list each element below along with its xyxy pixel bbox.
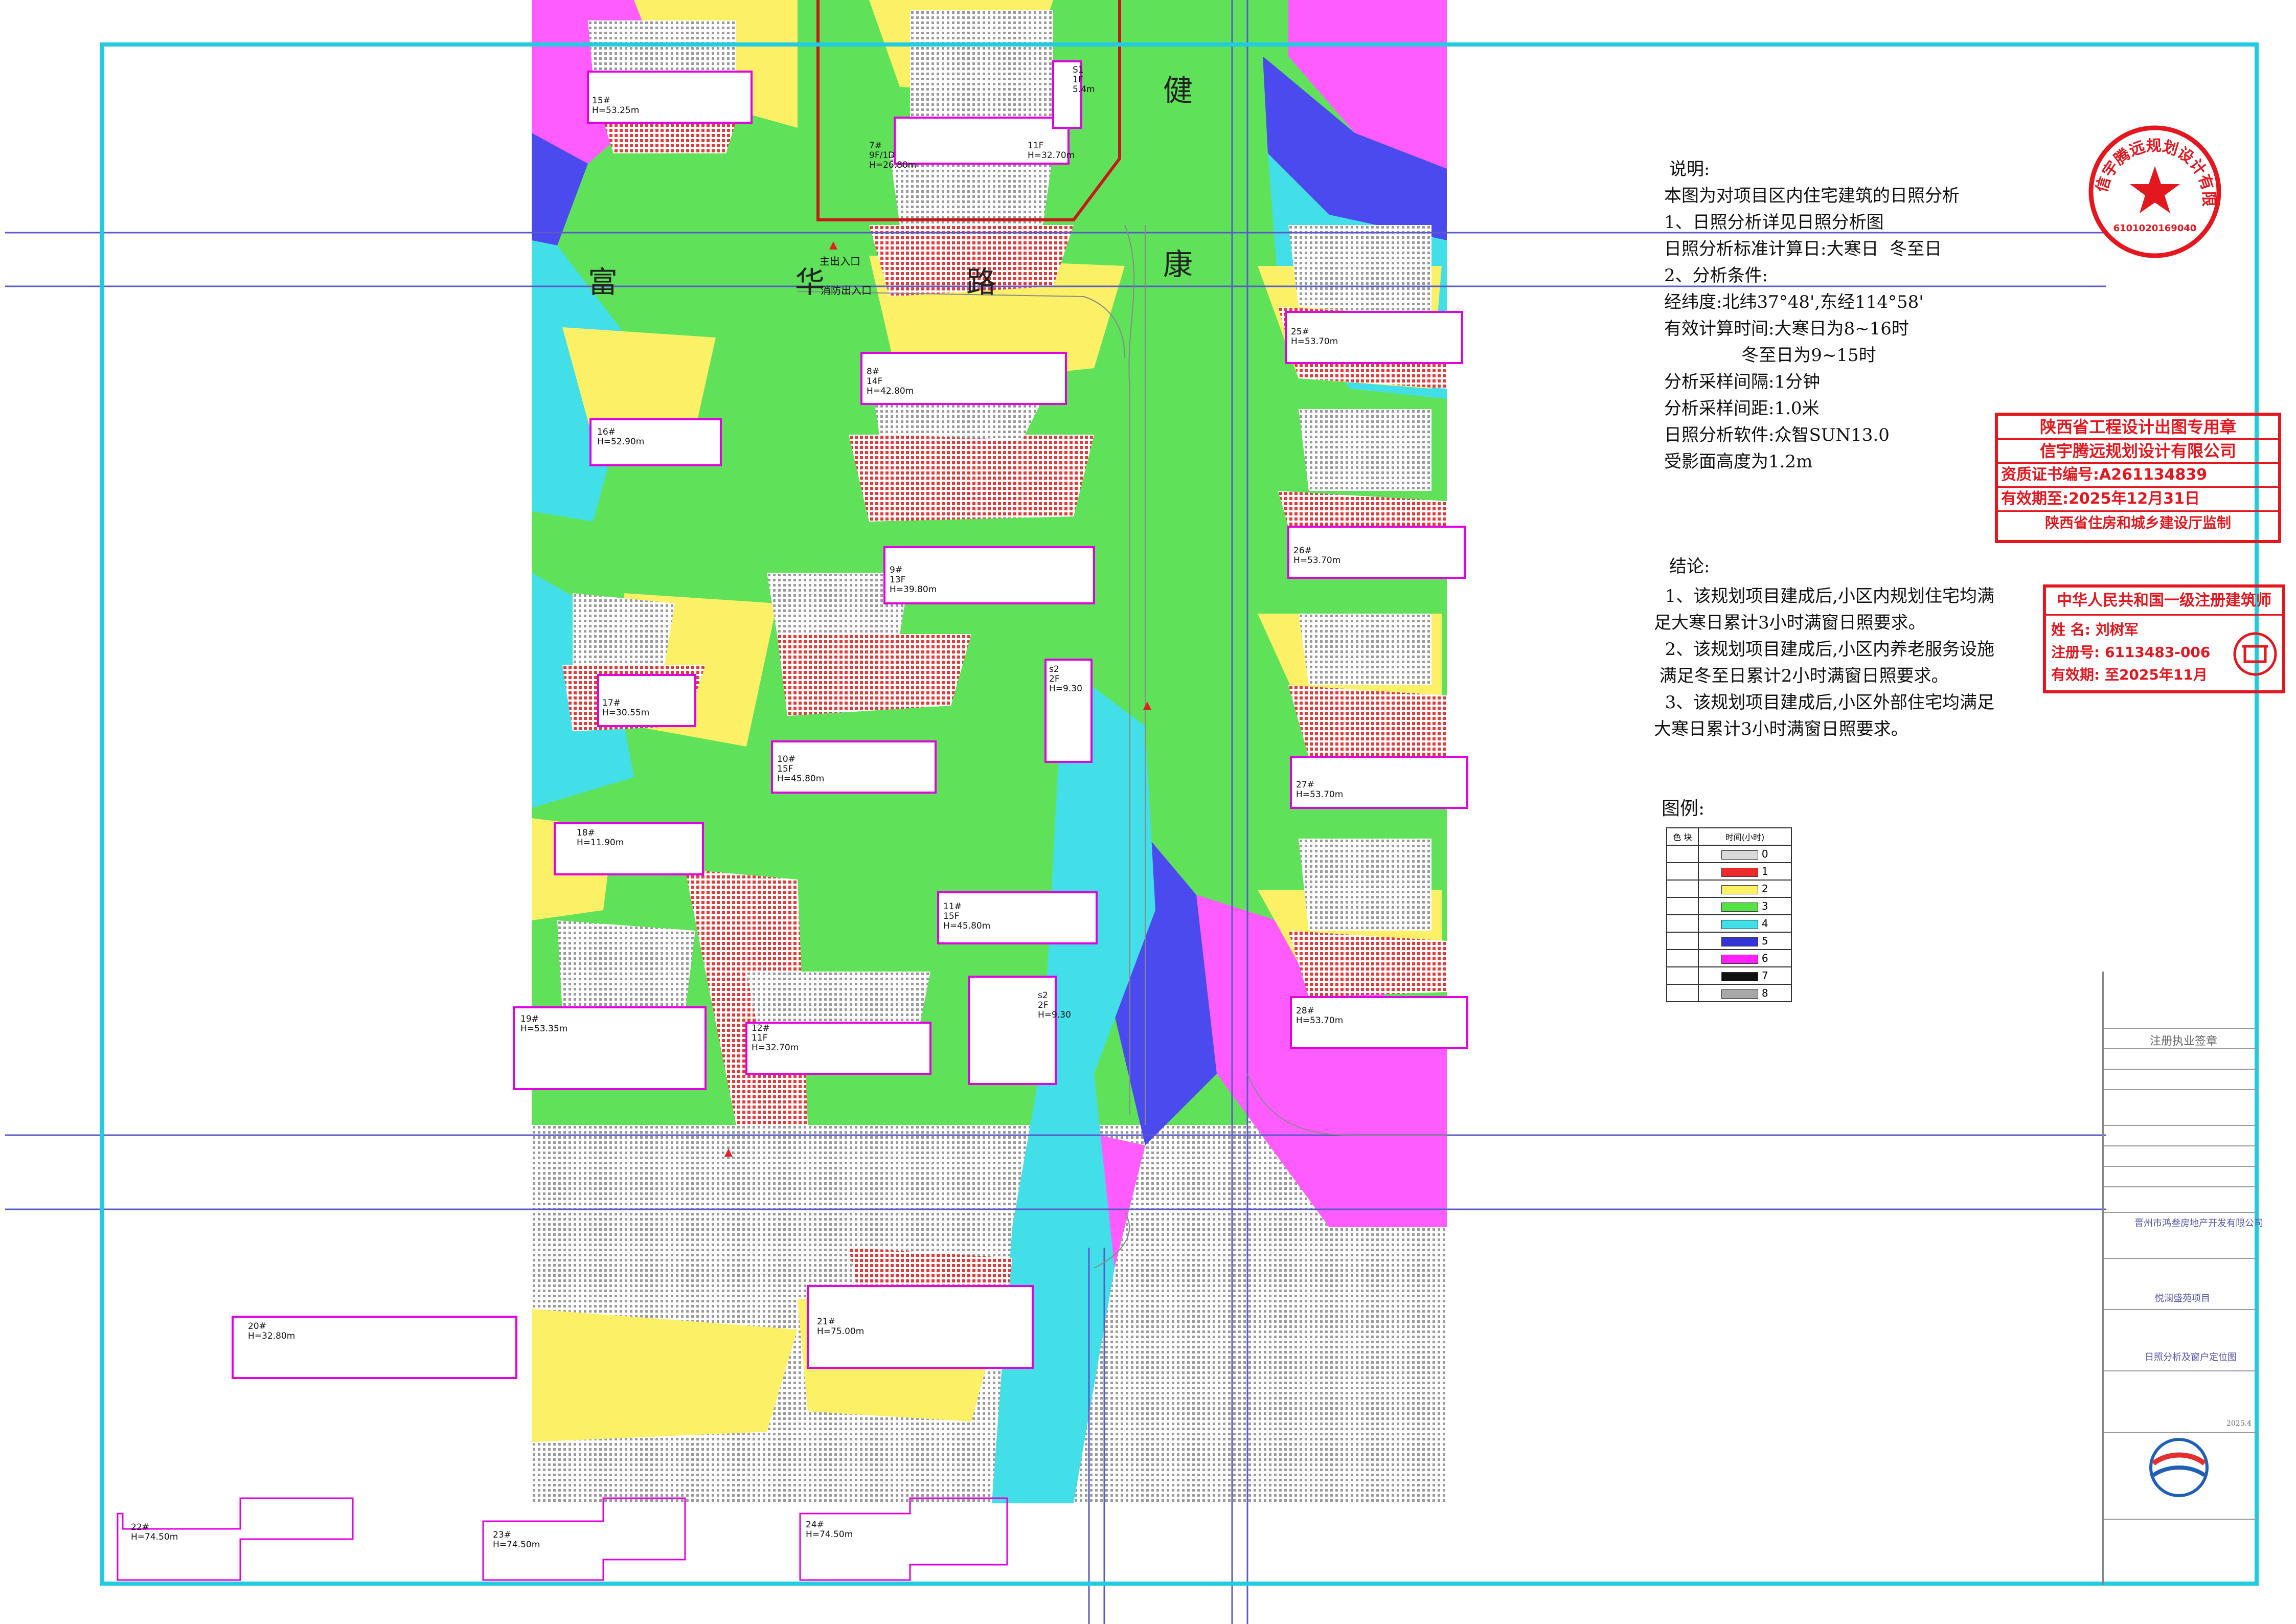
- legend-table: 色 块 时间(小时) 0 1 2 3 4 5 6 7 8: [1666, 827, 1792, 1002]
- note-line: 日照分析标准计算日:大寒日 冬至日: [1664, 239, 1942, 259]
- bldg-label-25: 25# H=53.70m: [1291, 327, 1338, 347]
- fire-entrance-label: 消防出入口: [821, 284, 872, 297]
- design-stamp: 陕西省工程设计出图专用章 信宇腾远规划设计有限公司 资质证书编号:A261134…: [1995, 413, 2281, 543]
- bldg-label-18: 18# H=11.90m: [577, 828, 624, 848]
- bldg-label-s1: S1 1F 5.4m: [1073, 65, 1095, 95]
- note-line: 分析采样间隔:1分钟: [1664, 372, 1821, 392]
- project-name: 悦澜盛苑项目: [2155, 1293, 2210, 1304]
- note-line: 2、分析条件:: [1664, 265, 1768, 286]
- legend-swatch-1: [1721, 867, 1759, 877]
- bldg-label-17: 17# H=30.55m: [602, 698, 650, 718]
- title-block: 注册执业签章 晋州市鸿叁房地产开发有限公司 悦澜盛苑项目 日照分析及窗户定位图 …: [2102, 972, 2263, 1585]
- drawing-name: 日照分析及窗户定位图: [2145, 1352, 2237, 1363]
- bldg-label-8: 8# 14F H=42.80m: [867, 367, 914, 396]
- design-stamp-line3: 资质证书编号:A261134839: [1998, 464, 2278, 488]
- conclusion-line: 2、该规划项目建成后,小区内养老服务设施: [1654, 639, 1995, 660]
- seal-code: 6101020169040: [2113, 223, 2197, 234]
- architect-valid-label: 有效期:: [2051, 666, 2100, 683]
- bldg-label-19: 19# H=53.35m: [520, 1014, 568, 1034]
- note-line: 经纬度:北纬37°48',东经114°58': [1664, 292, 1924, 312]
- bldg-label-10: 10# 15F H=45.80m: [777, 754, 825, 784]
- bldg-label-28: 28# H=53.70m: [1296, 1006, 1344, 1026]
- legend-label-4: 4: [1761, 917, 1768, 930]
- bldg-label-11: 11# 15F H=45.80m: [943, 901, 991, 931]
- design-stamp-line1: 陕西省工程设计出图专用章: [1998, 416, 2278, 440]
- bldg-label-15: 15# H=53.25m: [592, 96, 640, 116]
- legend-label-3: 3: [1761, 900, 1768, 912]
- conclusion-heading: 结论:: [1669, 556, 1710, 577]
- conclusion-line: 满足冬至日累计2小时满窗日照要求。: [1654, 666, 1949, 686]
- note-line: 日照分析软件:众智SUN13.0: [1664, 425, 1890, 445]
- legend-swatch-3: [1721, 902, 1759, 912]
- legend-label-1: 1: [1761, 865, 1768, 877]
- bldg-label-26: 26# H=53.70m: [1293, 546, 1341, 566]
- bldg-label-9: 9# 13F H=39.80m: [890, 565, 937, 595]
- conclusion-line: 足大寒日累计3小时满窗日照要求。: [1654, 613, 1926, 633]
- legend-swatch-2: [1721, 885, 1759, 894]
- bldg-label-22: 22# H=74.50m: [131, 1522, 178, 1542]
- road-label-fu: 富: [588, 265, 618, 300]
- road-label-lu: 路: [966, 265, 996, 300]
- note-line: 受影面高度为1.2m: [1664, 452, 1813, 472]
- architect-valid: 至2025年11月: [2104, 666, 2208, 683]
- legend-label-0: 0: [1761, 848, 1768, 860]
- architect-name: 刘树军: [2095, 621, 2139, 638]
- architect-emblem-icon: [2233, 632, 2277, 676]
- conclusion-line: 3、该规划项目建成后,小区外部住宅均满足: [1654, 692, 1995, 713]
- note-line: 1、日照分析详见日照分析图: [1664, 212, 1884, 233]
- legend-swatch-8: [1721, 989, 1759, 999]
- client-name: 晋州市鸿叁房地产开发有限公司: [2134, 1218, 2263, 1229]
- legend-swatch-5: [1721, 937, 1759, 946]
- legend-header-color: 色 块: [1666, 827, 1699, 846]
- architect-stamp-title: 中华人民共和国一级注册建筑师: [2046, 588, 2282, 616]
- design-stamp-line5: 陕西省住房和城乡建设厅监制: [2044, 514, 2231, 531]
- bldg-label-24: 24# H=74.50m: [806, 1520, 853, 1540]
- legend-header-time: 时间(小时): [1698, 827, 1792, 846]
- bldg-label-27: 27# H=53.70m: [1296, 780, 1344, 800]
- architect-reg: 6113483-006: [2104, 644, 2211, 661]
- bldg-label-20: 20# H=32.80m: [248, 1321, 295, 1341]
- conclusion-block: 1、该规划项目建成后,小区内规划住宅均满 足大寒日累计3小时满窗日照要求。 2、…: [1654, 583, 1994, 742]
- note-line: 冬至日为9~15时: [1664, 345, 1876, 366]
- architect-name-label: 姓 名:: [2051, 621, 2090, 638]
- company-seal: 信宇腾远规划设计有限公司 6101020169040: [2086, 123, 2221, 258]
- notes-block: 本图为对项目区内住宅建筑的日照分析 1、日照分析详见日照分析图 日照分析标准计算…: [1664, 183, 1960, 475]
- design-stamp-line2: 信宇腾远规划设计有限公司: [1998, 440, 2278, 464]
- road-label-kang: 康: [1163, 247, 1193, 282]
- legend-swatch-7: [1721, 972, 1759, 981]
- sign-header: 注册执业签章: [2150, 1035, 2218, 1048]
- design-stamp-line4: 有效期至:2025年12月31日: [1998, 488, 2278, 512]
- legend-label-2: 2: [1761, 883, 1768, 895]
- bldg-label-7: 7# 9F/1D H=26.80m: [869, 141, 917, 170]
- conclusion-line: 1、该规划项目建成后,小区内规划住宅均满: [1654, 586, 1995, 606]
- bldg-label-s2b: s2 2F H=9.30: [1038, 990, 1071, 1020]
- legend-swatch-0: [1721, 850, 1759, 860]
- bldg-label-12: 12# 11F H=32.70m: [752, 1023, 799, 1053]
- bldg-label-23: 23# H=74.50m: [493, 1530, 540, 1550]
- legend-swatch-6: [1721, 954, 1759, 964]
- notes-heading: 说明:: [1669, 159, 1710, 179]
- note-line: 本图为对项目区内住宅建筑的日照分析: [1664, 186, 1960, 206]
- bldg-label-16: 16# H=52.90m: [597, 427, 645, 447]
- bldg-label-7b: 11F H=32.70m: [1028, 141, 1075, 161]
- conclusion-line: 大寒日累计3小时满窗日照要求。: [1654, 719, 1908, 739]
- architect-stamp: 中华人民共和国一级注册建筑师 姓 名: 刘树军 注册号: 6113483-006…: [2043, 584, 2285, 693]
- legend-title: 图例:: [1662, 798, 1705, 819]
- bldg-label-21: 21# H=75.00m: [817, 1317, 865, 1337]
- note-line: 分析采样间距:1.0米: [1664, 398, 1820, 419]
- drawing-date: 2025.4: [2226, 1419, 2252, 1428]
- legend-label-8: 8: [1761, 987, 1768, 999]
- legend-label-7: 7: [1761, 969, 1768, 982]
- legend-label-6: 6: [1761, 952, 1768, 964]
- legend-swatch-4: [1721, 919, 1759, 929]
- bldg-label-s2a: s2 2F H=9.30: [1049, 664, 1082, 694]
- legend-label-5: 5: [1761, 935, 1768, 947]
- architect-reg-label: 注册号:: [2051, 644, 2100, 661]
- main-entrance-label: 主出入口: [820, 255, 860, 267]
- seal-star-icon: [2130, 166, 2180, 213]
- note-line: 有效计算时间:大寒日为8~16时: [1664, 319, 1909, 339]
- road-label-jian: 健: [1163, 73, 1193, 108]
